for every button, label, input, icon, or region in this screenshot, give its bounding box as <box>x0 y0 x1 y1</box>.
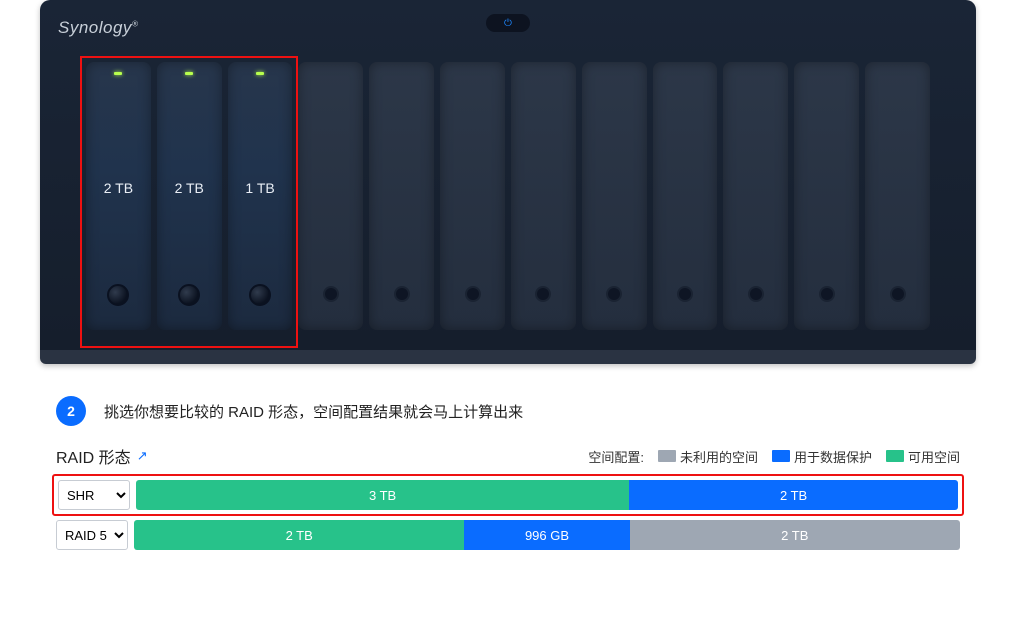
empty-bay-knob-icon <box>323 286 339 302</box>
raid-type-select[interactable]: RAID 5 <box>56 520 128 550</box>
empty-bay-knob-icon <box>890 286 906 302</box>
drive-bay-6[interactable] <box>440 62 505 330</box>
drive-bay-8[interactable] <box>582 62 647 330</box>
drive-bay-4[interactable] <box>298 62 363 330</box>
drive-bay-3[interactable]: 1 TB <box>228 62 293 330</box>
drive-capacity-label: 2 TB <box>175 180 204 196</box>
legend-swatch-avail <box>886 450 904 462</box>
legend-text-unused: 未利用的空间 <box>680 447 758 466</box>
drive-capacity-label: 2 TB <box>104 180 133 196</box>
legend-text-protect: 用于数据保护 <box>794 447 872 466</box>
segment-protect: 996 GB <box>464 520 629 550</box>
empty-bay-knob-icon <box>606 286 622 302</box>
space-legend: 空间配置: 未利用的空间 用于数据保护 可用空间 <box>588 447 960 466</box>
drive-bay-5[interactable] <box>369 62 434 330</box>
segment-avail: 3 TB <box>136 480 629 510</box>
external-link-icon[interactable]: ↗ <box>137 448 148 464</box>
brand-logo: Synology® <box>58 18 138 38</box>
power-icon: ⏻ <box>504 18 512 29</box>
drive-bays: 2 TB 2 TB 1 TB <box>86 62 930 330</box>
drive-lock-knob-icon <box>178 284 200 306</box>
drive-bay-11[interactable] <box>794 62 859 330</box>
empty-bay-knob-icon <box>819 286 835 302</box>
drive-led-icon <box>185 72 193 75</box>
drive-led-icon <box>256 72 264 75</box>
raid-row-raid5: RAID 52 TB996 GB2 TB <box>56 520 960 550</box>
legend-label: 空间配置: <box>588 447 644 466</box>
legend-swatch-unused <box>658 450 676 462</box>
power-button[interactable]: ⏻ <box>486 14 530 32</box>
empty-bay-knob-icon <box>465 286 481 302</box>
segment-unused: 2 TB <box>630 520 960 550</box>
empty-bay-knob-icon <box>677 286 693 302</box>
capacity-bar: 2 TB996 GB2 TB <box>134 520 960 550</box>
drive-led-icon <box>114 72 122 75</box>
drive-bay-12[interactable] <box>865 62 930 330</box>
legend-text-avail: 可用空间 <box>908 447 960 466</box>
drive-bay-1[interactable]: 2 TB <box>86 62 151 330</box>
capacity-bar: 3 TB2 TB <box>136 480 958 510</box>
empty-bay-knob-icon <box>535 286 551 302</box>
drive-bay-2[interactable]: 2 TB <box>157 62 222 330</box>
raid-rows: SHR3 TB2 TBRAID 52 TB996 GB2 TB <box>56 478 960 550</box>
segment-avail: 2 TB <box>134 520 464 550</box>
drive-bay-10[interactable] <box>723 62 788 330</box>
step-description: 挑选你想要比较的 RAID 形态，空间配置结果就会马上计算出来 <box>104 401 523 422</box>
raid-type-heading: RAID 形态 ↗ <box>56 444 148 468</box>
drive-lock-knob-icon <box>249 284 271 306</box>
legend-swatch-protect <box>772 450 790 462</box>
step-number-badge: 2 <box>56 396 86 426</box>
nas-chassis: Synology® ⏻ 2 TB 2 TB 1 TB <box>40 0 976 364</box>
drive-bay-9[interactable] <box>653 62 718 330</box>
step-2: 2 挑选你想要比较的 RAID 形态，空间配置结果就会马上计算出来 <box>0 364 1016 444</box>
drive-bay-7[interactable] <box>511 62 576 330</box>
raid-row-shr: SHR3 TB2 TB <box>52 474 964 516</box>
empty-bay-knob-icon <box>748 286 764 302</box>
drive-lock-knob-icon <box>107 284 129 306</box>
raid-type-select[interactable]: SHR <box>58 480 130 510</box>
drive-capacity-label: 1 TB <box>245 180 274 196</box>
segment-protect: 2 TB <box>629 480 958 510</box>
empty-bay-knob-icon <box>394 286 410 302</box>
